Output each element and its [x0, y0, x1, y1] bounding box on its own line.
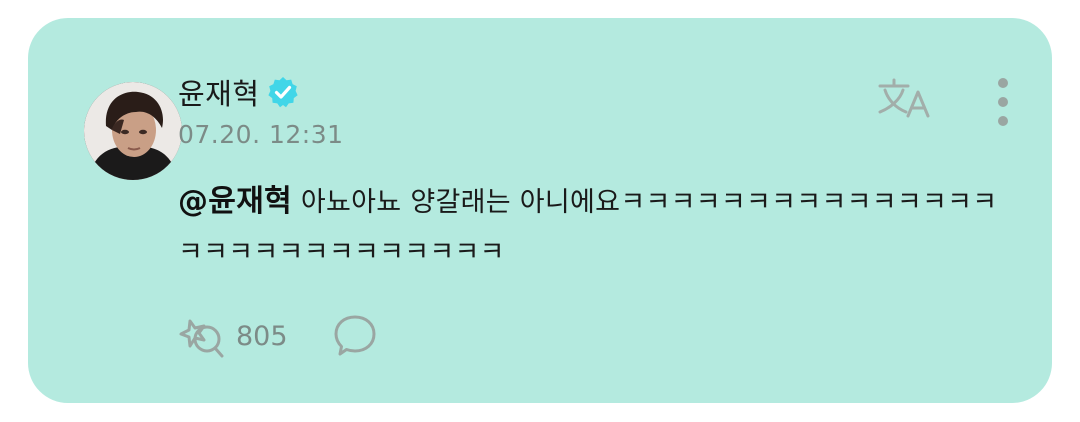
- author-name[interactable]: 윤재혁: [178, 71, 260, 113]
- post-card: 윤재혁 07.20. 12:31 @윤재혁 아뇨아뇨 양갈래는 아니에요ㅋㅋㅋㅋ…: [28, 18, 1052, 403]
- post-text: @윤재혁 아뇨아뇨 양갈래는 아니에요ㅋㅋㅋㅋㅋㅋㅋㅋㅋㅋㅋㅋㅋㅋㅋㅋㅋㅋㅋㅋㅋ…: [178, 177, 998, 278]
- mention-link[interactable]: @윤재혁: [178, 184, 292, 219]
- more-dot: [998, 97, 1008, 107]
- like-icon[interactable]: [178, 313, 228, 359]
- post-actions: 805: [178, 312, 378, 360]
- post-text-content: 아뇨아뇨 양갈래는 아니에요ㅋㅋㅋㅋㅋㅋㅋㅋㅋㅋㅋㅋㅋㅋㅋㅋㅋㅋㅋㅋㅋㅋㅋㅋㅋㅋ…: [178, 187, 998, 268]
- verified-badge-icon: [266, 75, 300, 109]
- translate-icon[interactable]: [874, 72, 936, 122]
- more-dot: [998, 78, 1008, 88]
- comment-icon[interactable]: [332, 313, 378, 359]
- post-timestamp: 07.20. 12:31: [178, 120, 344, 149]
- like-count: 805: [236, 320, 288, 352]
- avatar-photo: [84, 82, 182, 180]
- more-dot: [998, 116, 1008, 126]
- more-vertical-icon[interactable]: [990, 74, 1016, 126]
- author-row: 윤재혁: [178, 72, 300, 112]
- avatar[interactable]: [84, 82, 182, 180]
